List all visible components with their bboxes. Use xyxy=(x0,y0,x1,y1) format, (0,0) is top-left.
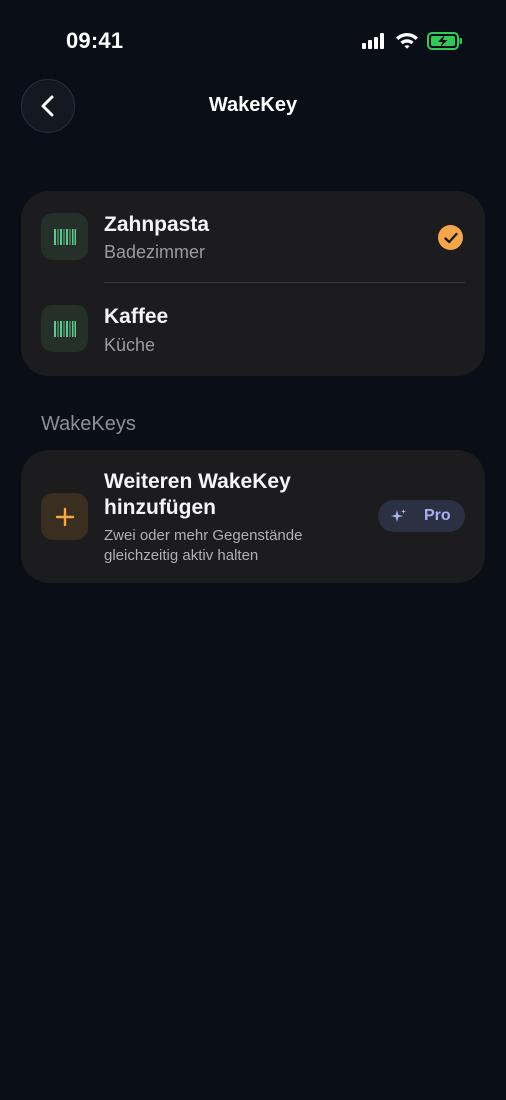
add-wakekey-card[interactable]: Weiteren WakeKey hinzufügen Zwei oder me… xyxy=(21,450,485,583)
sparkle-icon xyxy=(391,509,406,522)
item-title: Kaffee xyxy=(104,305,169,328)
item-subtitle: Badezimmer xyxy=(104,242,206,262)
plus-icon xyxy=(41,493,88,540)
list-item-zahnpasta[interactable]: Zahnpasta Badezimmer xyxy=(21,191,485,283)
add-wakekey-description: Zwei oder mehr Gegenstände gleichzeitig … xyxy=(104,527,303,564)
add-wakekey-title: Weiteren WakeKey hinzufügen xyxy=(104,470,291,519)
barcode-icon xyxy=(41,305,88,352)
item-title: Zahnpasta xyxy=(104,213,210,236)
screen: 09:41 WakeKey Zahnpasta Badezimmer Kaffe… xyxy=(0,0,506,1100)
list-item-kaffee[interactable]: Kaffee Küche xyxy=(21,283,485,375)
pro-badge[interactable]: Pro xyxy=(378,500,465,532)
section-label: WakeKeys xyxy=(41,413,136,435)
checkmark-icon xyxy=(438,225,463,250)
page-title: WakeKey xyxy=(208,94,298,116)
wakekey-list-card: Zahnpasta Badezimmer Kaffee Küche xyxy=(21,191,485,376)
item-subtitle: Küche xyxy=(104,335,156,355)
pro-label: Pro xyxy=(424,507,451,524)
wifi-icon xyxy=(396,33,418,49)
status-bar: 09:41 xyxy=(0,0,506,84)
status-time: 09:41 xyxy=(66,28,124,53)
barcode-icon xyxy=(41,213,88,260)
signal-icon xyxy=(362,33,388,49)
battery-charging-icon xyxy=(427,32,462,50)
